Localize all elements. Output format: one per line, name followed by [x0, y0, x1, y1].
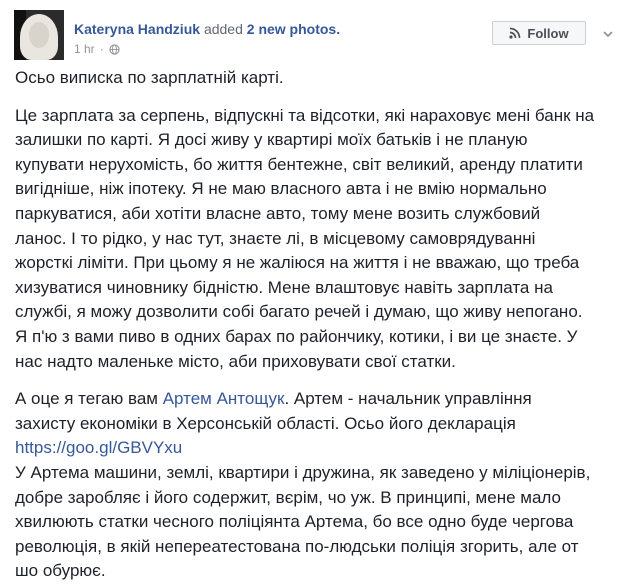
chevron-down-icon[interactable] — [602, 28, 614, 40]
tagged-person-link[interactable]: Артем Антощук — [163, 389, 285, 408]
rss-icon — [509, 27, 521, 39]
post-title-line: Kateryna Handziuk added 2 new photos. — [74, 20, 340, 38]
facebook-post: Kateryna Handziuk added 2 new photos. 1 … — [0, 0, 620, 580]
paragraph-1: Осьо виписка по зарплатній карті. — [15, 68, 284, 87]
globe-icon[interactable] — [109, 43, 120, 55]
declaration-url-link[interactable]: https://goo.gl/GBVYxu — [15, 438, 182, 457]
follow-button[interactable]: Follow — [492, 21, 586, 45]
post-action-text: added — [203, 21, 243, 37]
paragraph-3-start: А оце я тегаю вам — [15, 389, 163, 409]
post-body: Осьо виписка по зарплатній карті. Це зар… — [15, 66, 595, 584]
post-header: Kateryna Handziuk added 2 new photos. 1 … — [14, 10, 614, 60]
author-avatar[interactable] — [14, 10, 64, 60]
paragraph-4: У Артема машини, землі, квартири і дружи… — [15, 462, 591, 581]
avatar-face — [29, 22, 49, 48]
paragraph-2: Це зарплата за серпень, відпускні та від… — [15, 105, 595, 371]
post-meta: 1 hr · — [74, 41, 120, 57]
photos-link[interactable]: 2 new photos. — [247, 21, 340, 37]
paragraph-3: А оце я тегаю вам Артем Антощук. Артем -… — [15, 387, 595, 461]
follow-label: Follow — [527, 25, 569, 41]
meta-separator: · — [99, 42, 104, 56]
author-name-link[interactable]: Kateryna Handziuk — [74, 21, 200, 37]
timestamp-link[interactable]: 1 hr — [74, 41, 95, 57]
